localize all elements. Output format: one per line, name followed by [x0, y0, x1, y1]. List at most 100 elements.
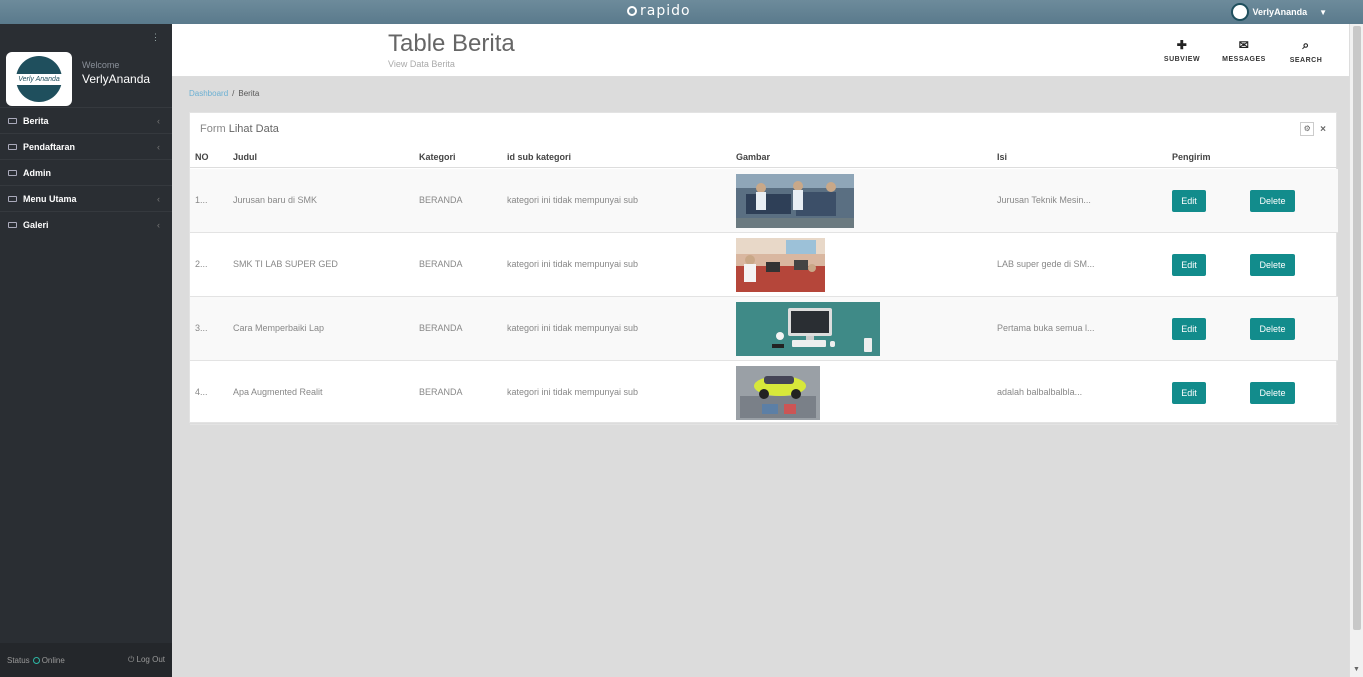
table-row: 2... SMK TI LAB SUPER GED BERANDA katego… [190, 233, 1338, 297]
edit-button[interactable]: Edit [1172, 318, 1206, 340]
news-image [736, 174, 854, 228]
chevron-left-icon: ‹ [157, 219, 160, 230]
subview-button[interactable]: ✚ SUBVIEW [1157, 38, 1207, 63]
messages-button[interactable]: ✉ MESSAGES [1219, 38, 1269, 63]
avatar: Verly Ananda [6, 52, 72, 106]
cell-no: 1... [195, 195, 208, 205]
sidebar: ⋮ Verly Ananda Welcome VerlyAnanda Berit… [0, 24, 172, 677]
column-header: Kategori [419, 152, 456, 162]
edit-button[interactable]: Edit [1172, 254, 1206, 276]
news-image [736, 238, 825, 292]
page-subtitle: View Data Berita [388, 59, 455, 69]
brand-name: rapido [640, 3, 691, 19]
scrollbar-thumb[interactable] [1353, 26, 1361, 630]
cell-judul: Cara Memperbaiki Lap [233, 323, 325, 333]
cell-judul: SMK TI LAB SUPER GED [233, 259, 338, 269]
sidebar-username: VerlyAnanda [82, 72, 151, 86]
page-header: Table Berita View Data Berita ✚ SUBVIEW ✉… [172, 24, 1349, 77]
rapido-logo-icon [627, 6, 637, 16]
sidebar-options-icon[interactable]: ⋮ [151, 32, 160, 43]
breadcrumb: Dashboard / Berita [189, 89, 259, 98]
chevron-left-icon: ‹ [157, 193, 160, 204]
cell-kategori: BERANDA [419, 387, 463, 397]
chevron-left-icon: ‹ [157, 141, 160, 152]
online-status-icon [32, 656, 40, 664]
cell-judul: Apa Augmented Realit [233, 387, 323, 397]
user-avatar-small [1230, 3, 1249, 21]
panel-tools: ⚙ × [1300, 122, 1326, 136]
delete-button[interactable]: Delete [1250, 318, 1295, 340]
subview-label: SUBVIEW [1163, 56, 1201, 63]
page-scrollbar[interactable]: ▼ [1349, 24, 1363, 677]
user-menu-name: VerlyAnanda [1252, 7, 1308, 17]
monitor-icon [8, 143, 17, 150]
cell-sub-kategori: kategori ini tidak mempunyai sub [507, 259, 639, 269]
close-icon[interactable]: × [1320, 124, 1326, 135]
avatar-text: Verly Ananda [16, 73, 62, 85]
panel-title: Form Lihat Data [200, 123, 279, 135]
sidebar-item-berita[interactable]: Berita ‹ [0, 107, 172, 133]
cell-isi: Pertama buka semua l... [997, 323, 1095, 333]
delete-button[interactable]: Delete [1250, 382, 1295, 404]
monitor-icon [8, 117, 17, 124]
column-header: NO [195, 152, 209, 162]
cell-isi: Jurusan Teknik Mesin... [997, 195, 1091, 205]
status-value: Online [41, 655, 65, 665]
sidebar-item-label: Berita [23, 115, 49, 126]
column-header: Judul [233, 152, 257, 162]
panel-title-prefix: Form [200, 123, 226, 135]
cell-no: 3... [195, 323, 208, 333]
cell-sub-kategori: kategori ini tidak mempunyai sub [507, 323, 639, 333]
table-header: NO Judul Kategori id sub kategori Gambar… [190, 148, 1338, 168]
logout-button[interactable]: ⏻ Log Out [128, 655, 165, 665]
column-header: Pengirim [1172, 152, 1211, 162]
delete-button[interactable]: Delete [1250, 190, 1295, 212]
cell-judul: Jurusan baru di SMK [233, 195, 318, 205]
brand-logo[interactable]: rapido [627, 3, 691, 19]
welcome-label: Welcome [82, 60, 120, 70]
messages-label: MESSAGES [1222, 56, 1266, 63]
envelope-icon: ✉ [1238, 38, 1250, 52]
logout-label: Log Out [136, 655, 165, 664]
sidebar-profile: Verly Ananda Welcome VerlyAnanda [6, 52, 166, 106]
scroll-down-icon[interactable]: ▼ [1353, 666, 1360, 673]
breadcrumb-separator: / [232, 89, 235, 98]
search-button[interactable]: ⌕ SEARCH [1281, 38, 1331, 64]
top-bar: rapido VerlyAnanda ▼ [0, 0, 1363, 24]
sidebar-item-galeri[interactable]: Galeri ‹ [0, 211, 172, 237]
monitor-icon [8, 221, 17, 228]
plus-icon: ✚ [1176, 38, 1188, 52]
monitor-icon [8, 195, 17, 202]
breadcrumb-current: Berita [238, 89, 260, 98]
column-header: id sub kategori [507, 152, 572, 162]
monitor-icon [8, 169, 17, 176]
chevron-left-icon: ‹ [157, 115, 160, 126]
breadcrumb-dashboard-link[interactable]: Dashboard [189, 89, 228, 98]
search-label: SEARCH [1289, 57, 1323, 64]
sidebar-footer: Status Online ⏻ Log Out [0, 643, 172, 677]
cell-no: 4... [195, 387, 208, 397]
column-header: Gambar [736, 152, 771, 162]
caret-down-icon: ▼ [1319, 7, 1327, 17]
user-menu[interactable]: VerlyAnanda ▼ [1230, 3, 1327, 21]
delete-button[interactable]: Delete [1250, 254, 1295, 276]
gear-icon[interactable]: ⚙ [1300, 122, 1315, 136]
sidebar-item-menu-utama[interactable]: Menu Utama ‹ [0, 185, 172, 211]
sidebar-item-pendaftaran[interactable]: Pendaftaran ‹ [0, 133, 172, 159]
sidebar-item-label: Pendaftaran [23, 141, 76, 152]
cell-kategori: BERANDA [419, 259, 463, 269]
cell-isi: adalah balbalbalbla... [997, 387, 1083, 397]
sidebar-item-admin[interactable]: Admin [0, 159, 172, 185]
cell-isi: LAB super gede di SM... [997, 259, 1095, 269]
table-row: 4... Apa Augmented Realit BERANDA katego… [190, 361, 1338, 425]
edit-button[interactable]: Edit [1172, 382, 1206, 404]
panel-title-main: Lihat Data [228, 123, 279, 135]
data-panel: Form Lihat Data ⚙ × NO Judul Kategori id… [189, 112, 1338, 425]
page-title: Table Berita [388, 30, 515, 57]
table-row: 1... Jurusan baru di SMK BERANDA kategor… [190, 169, 1338, 233]
cell-kategori: BERANDA [419, 195, 463, 205]
power-icon: ⏻ [127, 655, 137, 664]
cell-sub-kategori: kategori ini tidak mempunyai sub [507, 195, 639, 205]
edit-button[interactable]: Edit [1172, 190, 1206, 212]
cell-no: 2... [195, 259, 208, 269]
